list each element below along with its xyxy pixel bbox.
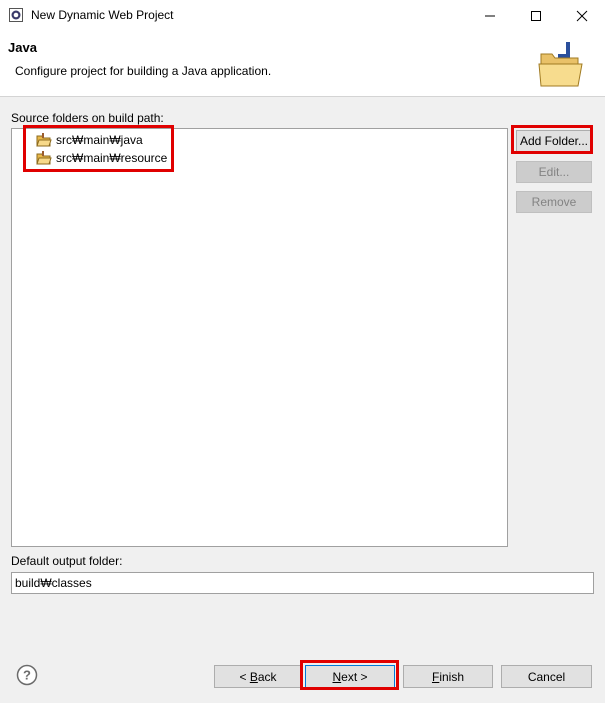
output-folder-label: Default output folder:	[11, 554, 123, 568]
output-folder-input[interactable]: build₩classes	[11, 572, 594, 594]
page-title: Java	[8, 40, 37, 55]
close-icon[interactable]	[559, 0, 605, 31]
highlight-box-next	[300, 660, 399, 690]
edit-button[interactable]: Edit...	[516, 161, 592, 183]
back-rest: ack	[257, 669, 277, 684]
finish-rest: inish	[439, 669, 465, 684]
highlight-box-add-folder	[511, 125, 593, 154]
minimize-icon[interactable]	[467, 0, 513, 31]
page-description: Configure project for building a Java ap…	[15, 64, 272, 78]
finish-button[interactable]: Finish	[403, 665, 493, 688]
remove-button[interactable]: Remove	[516, 191, 592, 213]
back-mnemonic: B	[249, 669, 258, 684]
svg-text:?: ?	[23, 668, 31, 683]
open-folder-icon	[538, 42, 583, 87]
back-prefix: <	[239, 669, 250, 684]
window-title: New Dynamic Web Project	[31, 8, 174, 22]
highlight-box-source-folders	[23, 125, 174, 172]
source-folders-tree[interactable]: src₩main₩java src₩main₩resource	[11, 128, 508, 547]
eclipse-app-icon	[9, 8, 23, 22]
finish-mnemonic: F	[431, 669, 440, 684]
maximize-icon[interactable]	[513, 0, 559, 31]
source-folders-label: Source folders on build path:	[11, 111, 164, 125]
back-button[interactable]: < Back	[214, 665, 302, 688]
help-icon[interactable]: ?	[16, 664, 38, 686]
cancel-button[interactable]: Cancel	[501, 665, 592, 688]
